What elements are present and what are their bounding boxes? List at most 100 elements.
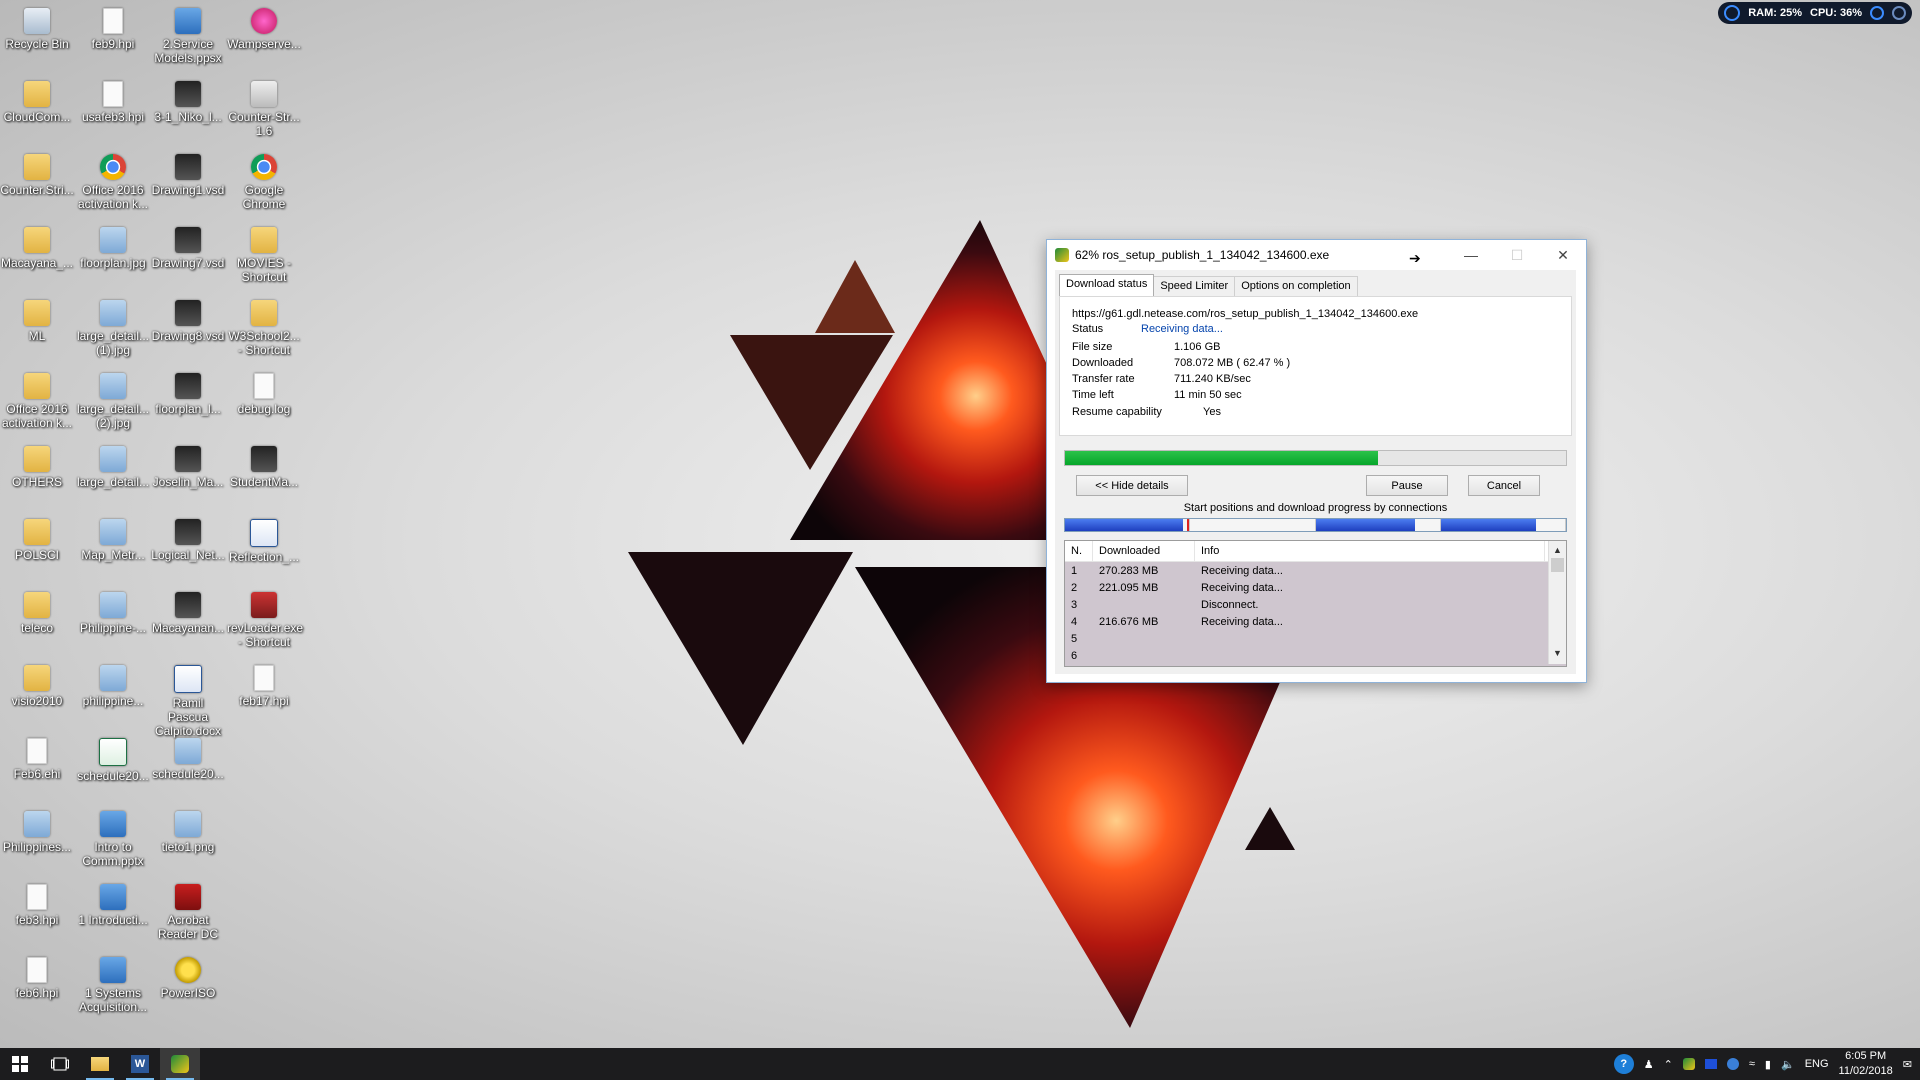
- idm-tray-icon[interactable]: [1682, 1058, 1695, 1070]
- desktop-icon[interactable]: Acrobat Reader DC: [151, 880, 225, 941]
- desktop-icon[interactable]: Intro to Comm.pptx: [76, 807, 150, 868]
- tab-speed-limiter[interactable]: Speed Limiter: [1153, 276, 1236, 296]
- pause-button[interactable]: Pause: [1366, 475, 1448, 496]
- desktop-icon[interactable]: visio2010: [0, 661, 74, 708]
- desktop-icon[interactable]: Macayana_...: [0, 223, 74, 270]
- desktop-icon[interactable]: Wampserve...: [227, 4, 301, 51]
- desktop-icon[interactable]: Drawing7.vsd: [151, 223, 225, 270]
- desktop-icon[interactable]: Reflection_...: [227, 515, 301, 564]
- desktop-icon[interactable]: Philippines...: [0, 807, 74, 854]
- desktop-icon[interactable]: large_detail... (2).jpg: [76, 369, 150, 430]
- desktop-icon[interactable]: MOVIES - Shortcut: [227, 223, 301, 284]
- desktop-icon[interactable]: philippine...: [76, 661, 150, 708]
- dialog-titlebar[interactable]: 62% ros_setup_publish_1_134042_134600.ex…: [1047, 240, 1586, 270]
- power-icon[interactable]: [1892, 6, 1906, 20]
- desktop-icon[interactable]: feb9.hpi: [76, 4, 150, 51]
- column-header-info[interactable]: Info: [1195, 541, 1545, 561]
- table-row[interactable]: 3 Disconnect.: [1065, 596, 1566, 613]
- desktop-icon[interactable]: tieto1.png: [151, 807, 225, 854]
- people-icon[interactable]: ♟: [1644, 1058, 1654, 1071]
- taskbar-file-explorer[interactable]: [80, 1048, 120, 1080]
- desktop-icon[interactable]: schedule20...: [151, 734, 225, 781]
- desktop-icon[interactable]: POLSCI: [0, 515, 74, 562]
- taskbar-idm[interactable]: [160, 1048, 200, 1080]
- desktop-icon[interactable]: OTHERS: [0, 442, 74, 489]
- desktop-icon[interactable]: Macayanan...: [151, 588, 225, 635]
- display-tray-icon[interactable]: [1704, 1059, 1717, 1069]
- desktop-icon[interactable]: feb6.hpi: [0, 953, 74, 1000]
- system-monitor-widget[interactable]: RAM: 25% CPU: 36%: [1718, 2, 1912, 24]
- desktop-icon[interactable]: Ramil Pascua Calpito.docx: [151, 661, 225, 738]
- desktop-icon[interactable]: StudentMa...: [227, 442, 301, 489]
- desktop-icon[interactable]: Office 2016 activation k...: [0, 369, 74, 430]
- desktop-icon[interactable]: schedule20...: [76, 734, 150, 783]
- volume-icon[interactable]: 🔈: [1781, 1058, 1795, 1071]
- column-header-downloaded[interactable]: Downloaded: [1093, 541, 1195, 561]
- desktop-icon[interactable]: feb17.hpi: [227, 661, 301, 708]
- desktop-icon[interactable]: usafeb3.hpi: [76, 77, 150, 124]
- table-row[interactable]: 1 270.283 MB Receiving data...: [1065, 562, 1566, 579]
- scroll-down-icon[interactable]: ▼: [1549, 644, 1566, 661]
- desktop-icon[interactable]: feb3.hpi: [0, 880, 74, 927]
- tab-options-on-completion[interactable]: Options on completion: [1234, 276, 1358, 296]
- desktop-icon[interactable]: Drawing8.vsd: [151, 296, 225, 343]
- file-icon: [103, 81, 123, 107]
- language-indicator[interactable]: ENG: [1805, 1058, 1829, 1070]
- clock[interactable]: 6:05 PM 11/02/2018: [1839, 1049, 1893, 1079]
- desktop-icon[interactable]: Feb6.ehi: [0, 734, 74, 781]
- desktop-icon[interactable]: CloudCom...: [0, 77, 74, 124]
- chrome-icon: [251, 154, 277, 180]
- column-header-n[interactable]: N.: [1065, 541, 1093, 561]
- task-view-button[interactable]: [40, 1048, 80, 1080]
- desktop-icon[interactable]: Office 2016 activation k...: [76, 150, 150, 211]
- table-row[interactable]: 4 216.676 MB Receiving data...: [1065, 613, 1566, 630]
- desktop-icon[interactable]: floorplan_l...: [151, 369, 225, 416]
- desktop-icon[interactable]: Logical_Net...: [151, 515, 225, 562]
- start-button[interactable]: [0, 1048, 40, 1080]
- table-scrollbar[interactable]: ▲ ▼: [1548, 541, 1566, 664]
- table-row[interactable]: 6: [1065, 647, 1566, 664]
- taskbar-word[interactable]: W: [120, 1048, 160, 1080]
- table-row[interactable]: 5: [1065, 630, 1566, 647]
- cancel-button[interactable]: Cancel: [1468, 475, 1540, 496]
- table-row[interactable]: 2 221.095 MB Receiving data...: [1065, 579, 1566, 596]
- desktop-icon[interactable]: debug.log: [227, 369, 301, 416]
- close-button[interactable]: ✕: [1540, 240, 1586, 270]
- desktop-icon[interactable]: W3School2... - Shortcut: [227, 296, 301, 357]
- scroll-up-icon[interactable]: ▲: [1549, 541, 1566, 558]
- desktop-icon[interactable]: Recycle Bin: [0, 4, 74, 51]
- desktop-icon[interactable]: 2.Service Models.ppsx: [151, 4, 225, 65]
- desktop-icon[interactable]: Drawing1.vsd: [151, 150, 225, 197]
- desktop-icon-label: philippine...: [82, 694, 144, 708]
- minimize-button[interactable]: —: [1448, 240, 1494, 270]
- desktop-icon-label: Macayana_...: [0, 256, 74, 270]
- wifi-icon[interactable]: ≈: [1749, 1058, 1755, 1070]
- desktop-icon[interactable]: large_detail...: [76, 442, 150, 489]
- desktop-icon[interactable]: Philippine-...: [76, 588, 150, 635]
- desktop-icon[interactable]: Counter.Stri...: [0, 150, 74, 197]
- desktop-icon[interactable]: PowerISO: [151, 953, 225, 1000]
- action-center-icon[interactable]: ✉: [1903, 1058, 1912, 1071]
- battery-icon[interactable]: ▮: [1765, 1058, 1771, 1071]
- tab-download-status[interactable]: Download status: [1059, 274, 1155, 297]
- scroll-thumb[interactable]: [1551, 558, 1564, 572]
- desktop-icon[interactable]: Joselin_Ma...: [151, 442, 225, 489]
- hide-details-button[interactable]: << Hide details: [1076, 475, 1188, 496]
- desktop-icon[interactable]: Counter-Str... 1.6: [227, 77, 301, 138]
- desktop-icon[interactable]: large_detail... (1).jpg: [76, 296, 150, 357]
- desktop-icon[interactable]: teleco: [0, 588, 74, 635]
- show-hidden-icons-icon[interactable]: ⌃: [1664, 1058, 1673, 1071]
- settings-icon[interactable]: [1870, 6, 1884, 20]
- desktop-icon[interactable]: ML: [0, 296, 74, 343]
- desktop-icon[interactable]: 1 Introducti...: [76, 880, 150, 927]
- desktop-icon[interactable]: floorplan.jpg: [76, 223, 150, 270]
- desktop-icon[interactable]: Map_Metr...: [76, 515, 150, 562]
- desktop-icon[interactable]: Google Chrome: [227, 150, 301, 211]
- maximize-button[interactable]: ☐: [1494, 240, 1540, 270]
- desktop-icon[interactable]: 1 Systems Acquisition...: [76, 953, 150, 1014]
- browser-tray-icon[interactable]: [1726, 1058, 1739, 1070]
- poweriso-icon: [175, 957, 201, 983]
- desktop-icon[interactable]: 3-1_Niko_l...: [151, 77, 225, 124]
- desktop-icon[interactable]: revLoader.exe - Shortcut: [227, 588, 303, 649]
- help-icon[interactable]: ?: [1613, 1054, 1634, 1074]
